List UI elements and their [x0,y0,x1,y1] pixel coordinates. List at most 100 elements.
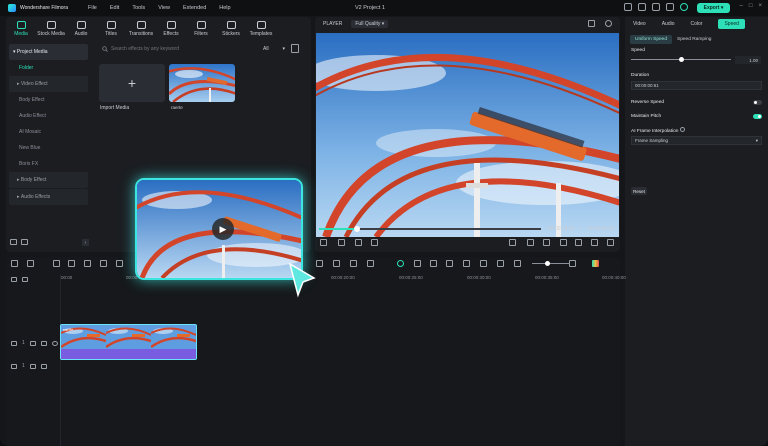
play-button[interactable]: ▶ [212,218,234,240]
layout-grid-icon[interactable] [11,260,18,267]
eye-icon[interactable] [51,340,58,346]
magnet-icon[interactable] [27,260,34,267]
tab-audio-props[interactable]: Audio [662,21,675,27]
maximize-icon[interactable]: □ [749,3,753,9]
delete-icon[interactable] [84,260,91,267]
color-grid-icon[interactable] [592,260,599,267]
crop-icon[interactable] [100,260,107,267]
subtab-uniform-speed[interactable]: Uniform Speed [630,34,672,44]
subtab-speed-ramping[interactable]: Speed Ramping [677,37,711,42]
reset-button[interactable]: Reset [631,187,647,195]
export-button[interactable]: Export ▾ [697,3,730,13]
speed-slider-handle[interactable] [679,57,684,62]
monitor-icon[interactable] [624,3,632,11]
play-icon[interactable] [355,239,362,246]
step-back-icon[interactable] [338,239,345,246]
previous-frame-icon[interactable] [320,239,327,246]
reverse-speed-toggle[interactable] [753,100,762,105]
info-icon[interactable] [679,127,685,132]
menu-edit[interactable]: Edit [110,5,119,11]
new-folder-icon[interactable] [10,239,17,245]
speed-slider[interactable] [631,57,731,62]
menu-help[interactable]: Help [219,5,230,11]
folder-icon[interactable] [29,363,36,369]
split-icon[interactable] [116,260,123,267]
undo-icon[interactable] [53,260,60,267]
zoom-slider-handle[interactable] [545,261,550,266]
tab-media[interactable]: Media [6,17,36,39]
camera-icon[interactable] [575,239,582,246]
account-icon[interactable] [680,3,688,11]
sidebar-item-new-blue[interactable]: New Blue [6,140,91,156]
mark-in-icon[interactable] [527,239,534,246]
tab-templates[interactable]: Templates [246,17,276,39]
volume-icon[interactable] [40,363,47,369]
playback-scrubber[interactable] [319,226,541,232]
sidebar-item-audio-effects[interactable]: ▸ Audio Effects [9,189,88,205]
render-icon[interactable] [397,260,404,267]
folder-icon[interactable] [21,239,28,245]
tab-effects[interactable]: Effects [156,17,186,39]
close-icon[interactable]: × [758,3,762,9]
speed-value-input[interactable]: 1.00 [735,56,761,64]
maintain-pitch-toggle[interactable] [753,114,762,119]
zoom-in-icon[interactable] [569,260,576,267]
folder-icon[interactable] [29,340,36,346]
media-thumbnail[interactable] [169,64,235,102]
interpolation-select[interactable]: Frame Sampling ▾ [631,136,762,145]
notification-icon[interactable] [666,3,674,11]
tab-stickers[interactable]: Stickers [216,17,246,39]
stop-icon[interactable] [371,239,378,246]
snapshot-icon[interactable] [588,20,595,27]
import-media-button[interactable]: + [99,64,165,102]
menu-file[interactable]: File [88,5,97,11]
lock-icon[interactable] [40,340,47,346]
timeline-video-clip[interactable]: raerte [60,324,197,360]
image-icon[interactable] [367,260,374,267]
menu-tools[interactable]: Tools [132,5,145,11]
minimize-icon[interactable]: – [740,3,743,9]
tab-color[interactable]: Color [691,21,703,27]
sidebar-item-boris-fx[interactable]: Boris FX [6,156,91,172]
filter-icon[interactable] [291,44,299,53]
picture-in-picture-icon[interactable] [497,260,504,267]
collapse-sidebar-button[interactable]: ‹ [82,239,89,246]
eye-icon[interactable] [605,20,612,27]
timeline-zoom-slider[interactable] [532,261,570,266]
layout-icon[interactable] [638,3,646,11]
menu-view[interactable]: View [158,5,170,11]
sidebar-item-body-effect-sub[interactable]: Body Effect [6,92,91,108]
search-input[interactable] [111,46,251,52]
zoom-clip-icon[interactable] [333,260,340,267]
tab-titles[interactable]: Titles [96,17,126,39]
filter-select[interactable]: All ▾ [263,44,285,54]
redo-icon[interactable] [68,260,75,267]
volume-icon[interactable] [591,239,598,246]
sidebar-item-ai-mosaic[interactable]: AI Mosaic [6,124,91,140]
video-preview[interactable] [316,33,619,237]
menu-extended[interactable]: Extended [183,5,206,11]
quality-select[interactable]: Full Quality ▾ [351,20,389,28]
duration-field[interactable]: 00:00:00:61 [631,81,762,90]
tab-speed[interactable]: Speed [718,19,745,29]
tab-stock-media[interactable]: Stock Media [36,17,66,39]
sidebar-item-project-media[interactable]: ▾ Project Media [9,44,88,60]
sidebar-item-folder[interactable]: Folder [6,60,91,76]
tab-video[interactable]: Video [633,21,646,27]
floating-video-preview[interactable]: ▶ [135,178,303,280]
tab-transitions[interactable]: Transitions [126,17,156,39]
shield-icon[interactable] [430,260,437,267]
mark-out-icon[interactable] [543,239,550,246]
text-icon[interactable] [463,260,470,267]
marker-add-icon[interactable] [414,260,421,267]
tab-filters[interactable]: Filters [186,17,216,39]
color-match-icon[interactable] [350,260,357,267]
sidebar-item-audio-effect[interactable]: Audio Effect [6,108,91,124]
add-track-icon[interactable] [11,276,17,282]
microphone-icon[interactable] [446,260,453,267]
fullscreen-mode-icon[interactable] [509,239,516,246]
sidebar-item-body-effect[interactable]: ▸ Body Effect [9,172,88,188]
tab-audio[interactable]: Audio [66,17,96,39]
sidebar-item-video-effect[interactable]: ▸ Video Effect [9,76,88,92]
cloud-icon[interactable] [652,3,660,11]
